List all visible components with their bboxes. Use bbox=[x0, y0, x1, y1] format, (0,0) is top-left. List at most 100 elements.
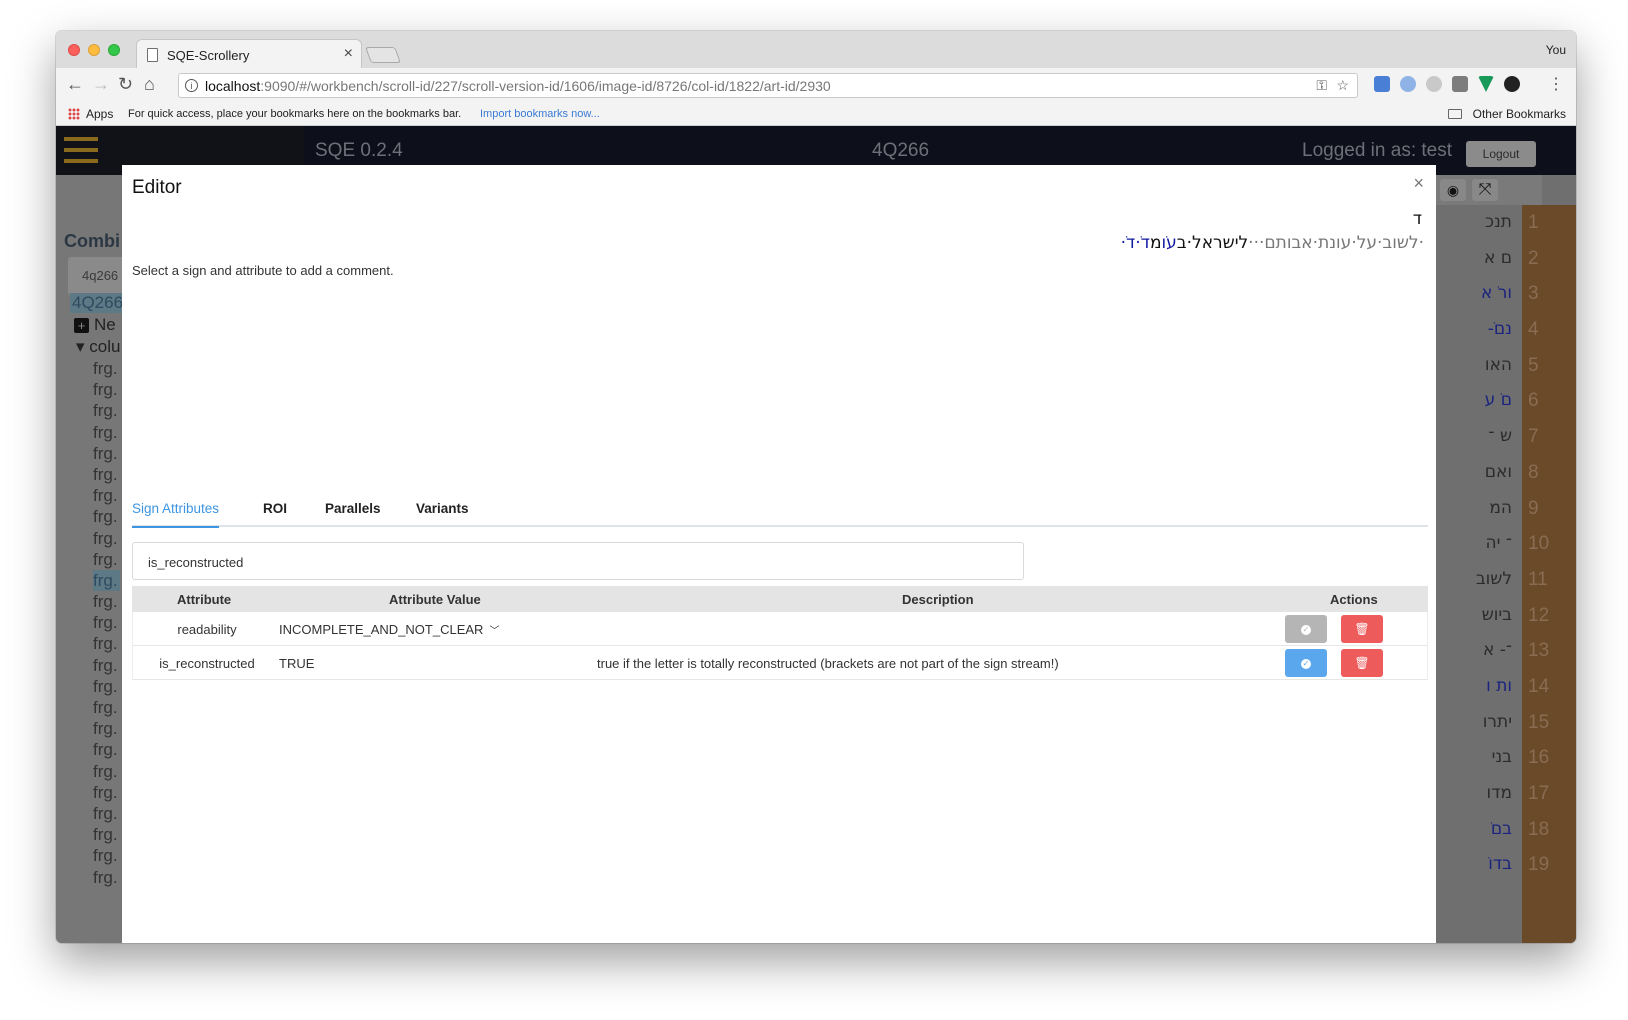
column-text: תנכ ם א ורֹ א נםֹ- האו םֹ עש ־ ואם המ ־ יה לשוב בי… bbox=[1436, 205, 1516, 883]
sidebar-item-active[interactable]: 4Q266 bbox=[70, 293, 126, 313]
column-line[interactable]: המ bbox=[1436, 491, 1516, 527]
other-bookmarks[interactable]: Other Bookmarks bbox=[1473, 107, 1566, 121]
tab-roi[interactable]: ROI bbox=[263, 501, 287, 516]
fragment-item[interactable]: frg. bbox=[93, 634, 118, 653]
fragment-item[interactable]: frg. bbox=[93, 719, 118, 738]
eye-icon[interactable]: ◉ bbox=[1440, 179, 1466, 201]
confirm-button[interactable]: ✓ bbox=[1285, 649, 1327, 677]
table-row[interactable]: is_reconstructed TRUE true if the letter… bbox=[132, 646, 1428, 680]
fragment-item[interactable]: frg. bbox=[93, 465, 118, 484]
fragment-item[interactable]: frg. bbox=[93, 804, 118, 823]
reload-icon[interactable]: ↻ bbox=[118, 74, 133, 95]
column-line[interactable]: מדו bbox=[1436, 776, 1516, 812]
extension-icon[interactable] bbox=[1400, 76, 1416, 92]
table-row[interactable]: readability INCOMPLETE_AND_NOT_CLEAR ﹀ ✓ … bbox=[132, 612, 1428, 646]
fragment-item[interactable]: frg. bbox=[93, 550, 118, 569]
back-arrow-icon[interactable]: ← bbox=[66, 74, 84, 95]
column-line[interactable]: ש ־ bbox=[1436, 419, 1516, 455]
info-icon[interactable]: i bbox=[185, 79, 198, 92]
profile-button[interactable]: You bbox=[1546, 43, 1566, 57]
close-window-button[interactable] bbox=[68, 44, 80, 56]
transcription-line[interactable]: ·לשוב·על·עונת·אבותם···לישראל·בעֹומדֹ·דֹ· bbox=[1121, 233, 1424, 253]
delete-button[interactable]: 🗑 bbox=[1341, 615, 1383, 643]
logout-button[interactable]: Logout bbox=[1466, 141, 1536, 167]
menu-dots-icon[interactable]: ⋮ bbox=[1548, 74, 1564, 94]
column-line[interactable]: בדוֹ bbox=[1436, 847, 1516, 883]
tab-close-icon[interactable]: × bbox=[344, 45, 353, 63]
translate-extension-icon[interactable] bbox=[1374, 76, 1390, 92]
fragment-item[interactable]: frg. bbox=[93, 401, 118, 420]
fragment-row: frg. bbox=[93, 845, 120, 866]
tab-parallels[interactable]: Parallels bbox=[325, 501, 381, 516]
fragment-item[interactable]: frg. bbox=[93, 740, 118, 759]
browser-tab[interactable]: SQE-Scrollery × bbox=[136, 39, 362, 69]
fragment-item[interactable]: frg. bbox=[93, 529, 118, 548]
sidebar-new-item[interactable]: + Ne bbox=[74, 315, 116, 335]
column-line[interactable]: ־- א bbox=[1436, 633, 1516, 669]
address-bar[interactable]: i localhost:9090/#/workbench/scroll-id/2… bbox=[178, 73, 1358, 98]
delete-button[interactable]: 🗑 bbox=[1341, 649, 1383, 677]
column-line[interactable]: ביוש bbox=[1436, 598, 1516, 634]
column-line[interactable]: ם א bbox=[1436, 241, 1516, 277]
fragment-item[interactable]: frg. bbox=[93, 783, 118, 802]
star-icon[interactable]: ☆ bbox=[1336, 77, 1349, 94]
extension-icon-2[interactable] bbox=[1504, 76, 1520, 92]
check-icon: ✓ bbox=[1301, 658, 1311, 669]
column-line[interactable]: םֹ ע bbox=[1436, 383, 1516, 419]
forward-arrow-icon[interactable]: → bbox=[92, 74, 110, 95]
folder-icon bbox=[1448, 109, 1462, 119]
column-line[interactable]: נםֹ- bbox=[1436, 312, 1516, 348]
new-tab-button[interactable] bbox=[365, 47, 401, 63]
fragment-item[interactable]: frg. bbox=[93, 569, 120, 592]
attribute-value-select[interactable]: INCOMPLETE_AND_NOT_CLEAR ﹀ bbox=[279, 622, 499, 637]
close-icon[interactable]: × bbox=[1413, 173, 1424, 194]
maximize-window-button[interactable] bbox=[108, 44, 120, 56]
fragment-item[interactable]: frg. bbox=[93, 507, 118, 526]
sidebar-column-item[interactable]: ▾ colu bbox=[76, 337, 120, 357]
fragment-item[interactable]: frg. bbox=[93, 762, 118, 781]
line-number: 15 bbox=[1528, 711, 1550, 733]
import-bookmarks-link[interactable]: Import bookmarks now... bbox=[480, 108, 600, 120]
tab-variants[interactable]: Variants bbox=[416, 501, 469, 516]
url-text[interactable]: localhost:9090/#/workbench/scroll-id/227… bbox=[205, 78, 831, 94]
fragment-item[interactable]: frg. bbox=[93, 868, 118, 887]
apps-link[interactable]: Apps bbox=[86, 107, 113, 121]
fragment-item[interactable]: frg. bbox=[93, 380, 118, 399]
fragment-item[interactable]: frg. bbox=[93, 677, 118, 696]
apps-grid-icon[interactable] bbox=[68, 108, 80, 120]
fragment-item[interactable]: frg. bbox=[93, 359, 118, 378]
chevron-down-icon[interactable]: ﹀ bbox=[489, 622, 499, 637]
fragment-item[interactable]: frg. bbox=[93, 698, 118, 717]
key-icon[interactable]: ⚿ bbox=[1316, 77, 1327, 94]
fragment-item[interactable]: frg. bbox=[93, 613, 118, 632]
vue-extension-icon[interactable] bbox=[1478, 76, 1494, 92]
drive-extension-icon[interactable] bbox=[1426, 76, 1442, 92]
column-line[interactable]: בני bbox=[1436, 740, 1516, 776]
column-line[interactable]: ואם bbox=[1436, 455, 1516, 491]
hamburger-icon[interactable] bbox=[64, 137, 98, 165]
column-line[interactable]: ־ יה bbox=[1436, 526, 1516, 562]
fragment-item[interactable]: frg. bbox=[93, 444, 118, 463]
column-line[interactable]: יתרו bbox=[1436, 705, 1516, 741]
fragment-item[interactable]: frg. bbox=[93, 423, 118, 442]
expand-icon[interactable]: ⤧ bbox=[1472, 179, 1498, 201]
column-line[interactable]: בםֹ bbox=[1436, 812, 1516, 848]
minimize-window-button[interactable] bbox=[88, 44, 100, 56]
column-line[interactable]: תנכ bbox=[1436, 205, 1516, 241]
bookmarks-hint: For quick access, place your bookmarks h… bbox=[128, 108, 462, 120]
fragment-item[interactable]: frg. bbox=[93, 656, 118, 675]
selected-sign: ד bbox=[1412, 209, 1422, 229]
fragment-item[interactable]: frg. bbox=[93, 846, 118, 865]
fragment-item[interactable]: frg. bbox=[93, 486, 118, 505]
fragment-item[interactable]: frg. bbox=[93, 825, 118, 844]
jb-extension-icon[interactable] bbox=[1452, 76, 1468, 92]
tab-sign-attributes[interactable]: Sign Attributes bbox=[132, 501, 220, 528]
home-icon[interactable]: ⌂ bbox=[144, 74, 155, 95]
column-line[interactable]: ורֹ א bbox=[1436, 276, 1516, 312]
column-line[interactable]: לשוב bbox=[1436, 562, 1516, 598]
column-line[interactable]: ות ו bbox=[1436, 669, 1516, 705]
column-line[interactable]: האו bbox=[1436, 348, 1516, 384]
attribute-input[interactable]: is_reconstructed bbox=[132, 542, 1024, 580]
fragment-item[interactable]: frg. bbox=[93, 592, 118, 611]
confirm-button[interactable]: ✓ bbox=[1285, 615, 1327, 643]
